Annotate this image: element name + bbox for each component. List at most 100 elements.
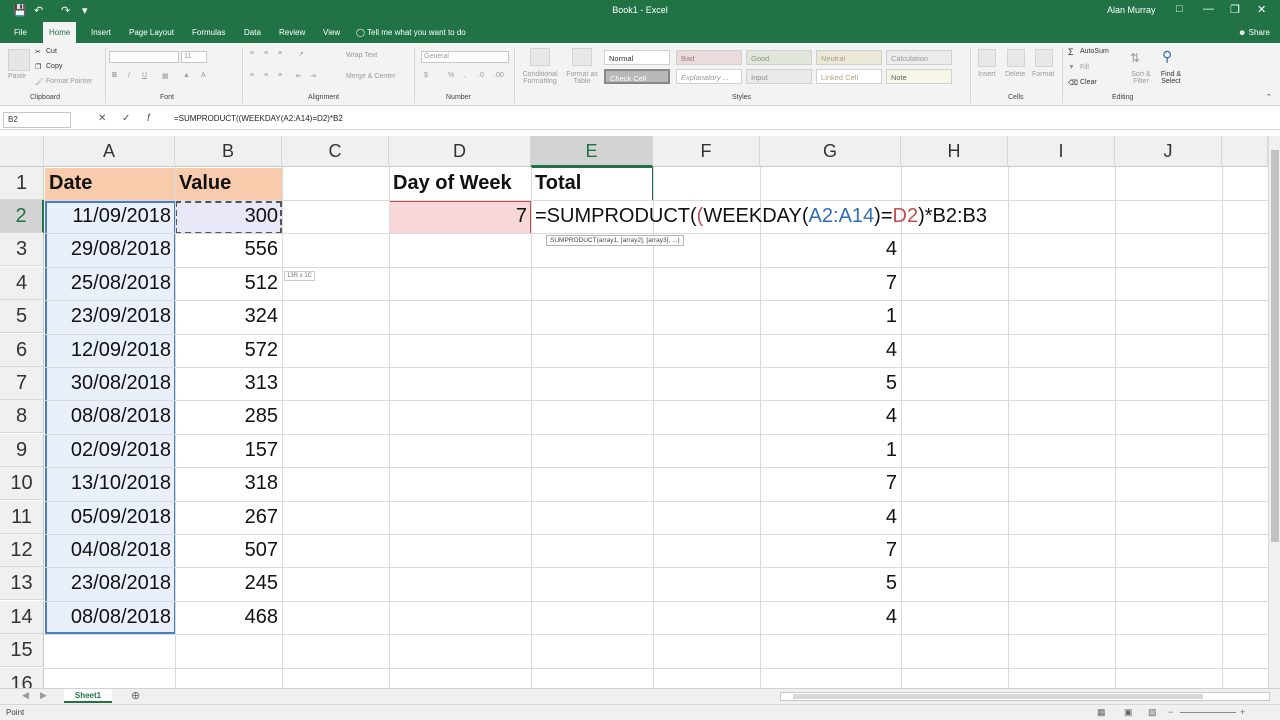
wrap-text-button[interactable]: Wrap Text xyxy=(346,52,377,59)
cell-g3[interactable]: 4 xyxy=(760,233,901,266)
format-painter-button[interactable]: Format Painter xyxy=(46,78,92,85)
tab-home[interactable]: Home xyxy=(43,22,77,43)
autosum-icon[interactable]: Σ xyxy=(1068,47,1074,57)
insert-button[interactable]: Insert xyxy=(978,71,996,78)
style-calculation[interactable]: Calculation xyxy=(886,50,952,65)
delete-button[interactable]: Delete xyxy=(1005,71,1025,78)
row-header-15[interactable]: 15 xyxy=(0,634,44,667)
new-sheet-icon[interactable]: ⊕ xyxy=(131,689,140,702)
fill-color-icon[interactable]: ▲ xyxy=(183,72,190,79)
orientation-icon[interactable]: ↗ xyxy=(298,50,304,58)
format-button[interactable]: Format xyxy=(1032,71,1054,78)
copy-icon[interactable]: ❐ xyxy=(35,63,41,71)
formula-input[interactable]: =SUMPRODUCT((WEEKDAY(A2:A14)=D2)*B2 xyxy=(174,114,343,123)
row-header-11[interactable]: 11 xyxy=(0,501,44,534)
cell-g11[interactable]: 4 xyxy=(760,501,901,534)
cut-icon[interactable]: ✂ xyxy=(35,48,41,56)
cell-d1[interactable]: Day of Week xyxy=(389,167,531,200)
page-break-view-icon[interactable]: ▧ xyxy=(1148,707,1157,718)
row-header-5[interactable]: 5 xyxy=(0,300,44,333)
increase-indent-icon[interactable]: ⇥ xyxy=(310,72,316,80)
align-bottom-icon[interactable]: ≡ xyxy=(278,50,282,57)
decrease-decimal-icon[interactable]: .00 xyxy=(494,72,504,79)
row-header-7[interactable]: 7 xyxy=(0,367,44,400)
font-size-box[interactable]: 11 xyxy=(181,51,207,63)
tab-page-layout[interactable]: Page Layout xyxy=(123,22,180,43)
conditional-formatting-icon[interactable] xyxy=(530,48,550,66)
column-header-h[interactable]: H xyxy=(901,136,1008,167)
cell-g10[interactable]: 7 xyxy=(760,467,901,500)
bold-icon[interactable]: B xyxy=(112,72,117,79)
collapse-ribbon-icon[interactable]: ⌃ xyxy=(1266,93,1272,101)
cell-e2-formula-edit[interactable]: =SUMPRODUCT((WEEKDAY(A2:A14)=D2)*B2:B3 xyxy=(531,200,1071,233)
cell-g4[interactable]: 7 xyxy=(760,267,901,300)
italic-icon[interactable]: I xyxy=(128,72,130,79)
cell-a7[interactable]: 30/08/2018 xyxy=(45,367,175,400)
cell-b5[interactable]: 324 xyxy=(175,300,282,333)
cell-b9[interactable]: 157 xyxy=(175,434,282,467)
cell-g9[interactable]: 1 xyxy=(760,434,901,467)
column-header-d[interactable]: D xyxy=(389,136,531,167)
cell-a3[interactable]: 29/08/2018 xyxy=(45,233,175,266)
cell-a10[interactable]: 13/10/2018 xyxy=(45,467,175,500)
conditional-formatting-button[interactable]: Conditional Formatting xyxy=(518,71,562,85)
row-header-10[interactable]: 10 xyxy=(0,467,44,500)
row-header-8[interactable]: 8 xyxy=(0,400,44,433)
minimize-icon[interactable]: — xyxy=(1203,3,1214,15)
autosum-button[interactable]: AutoSum xyxy=(1080,48,1109,55)
find-icon[interactable]: ⚲ xyxy=(1162,48,1172,65)
cell-b3[interactable]: 556 xyxy=(175,233,282,266)
tell-me-box[interactable]: ◯ Tell me what you want to do xyxy=(356,22,466,43)
currency-icon[interactable]: $ xyxy=(424,72,428,79)
clear-button[interactable]: Clear xyxy=(1080,79,1097,86)
fill-icon[interactable]: ▼ xyxy=(1068,64,1075,71)
cell-b13[interactable]: 245 xyxy=(175,567,282,600)
merge-center-button[interactable]: Merge & Center xyxy=(346,73,395,80)
cell-b10[interactable]: 318 xyxy=(175,467,282,500)
prev-sheet-icon[interactable]: ◀ xyxy=(22,690,29,701)
share-button[interactable]: ☻ Share xyxy=(1238,22,1270,43)
sort-filter-icon[interactable]: ⇅ xyxy=(1130,51,1140,65)
insert-cells-icon[interactable] xyxy=(978,49,996,67)
style-bad[interactable]: Bad xyxy=(676,50,742,65)
font-name-box[interactable] xyxy=(109,51,179,63)
decrease-indent-icon[interactable]: ⇤ xyxy=(296,72,302,80)
copy-button[interactable]: Copy xyxy=(46,63,62,70)
cell-b7[interactable]: 313 xyxy=(175,367,282,400)
column-header-i[interactable]: I xyxy=(1008,136,1115,167)
tab-view[interactable]: View xyxy=(317,22,346,43)
cell-g8[interactable]: 4 xyxy=(760,400,901,433)
format-table-icon[interactable] xyxy=(572,48,592,66)
cell-a13[interactable]: 23/08/2018 xyxy=(45,567,175,600)
insert-function-icon[interactable]: f xyxy=(147,113,150,124)
row-header-9[interactable]: 9 xyxy=(0,434,44,467)
select-all-corner[interactable] xyxy=(0,136,44,167)
normal-view-icon[interactable]: ▦ xyxy=(1097,707,1106,718)
cell-a11[interactable]: 05/09/2018 xyxy=(45,501,175,534)
zoom-slider[interactable] xyxy=(1180,712,1236,713)
style-note[interactable]: Note xyxy=(886,69,952,84)
cell-b4[interactable]: 512 xyxy=(175,267,282,300)
row-header-1[interactable]: 1 xyxy=(0,167,44,200)
row-header-12[interactable]: 12 xyxy=(0,534,44,567)
next-sheet-icon[interactable]: ▶ xyxy=(40,690,47,701)
cell-g12[interactable]: 7 xyxy=(760,534,901,567)
cell-a14[interactable]: 08/08/2018 xyxy=(45,601,175,634)
style-normal[interactable]: Normal xyxy=(604,50,670,65)
page-layout-view-icon[interactable]: ▣ xyxy=(1124,707,1133,718)
row-header-13[interactable]: 13 xyxy=(0,567,44,600)
function-tooltip[interactable]: SUMPRODUCT(array1, [array2], [array3], .… xyxy=(546,235,684,246)
cell-a8[interactable]: 08/08/2018 xyxy=(45,400,175,433)
percent-icon[interactable]: % xyxy=(448,72,454,79)
name-box[interactable]: B2 xyxy=(3,112,71,128)
cancel-icon[interactable]: ✕ xyxy=(98,113,106,124)
paste-icon[interactable] xyxy=(8,49,30,71)
number-format-box[interactable]: General xyxy=(421,51,509,63)
cell-g7[interactable]: 5 xyxy=(760,367,901,400)
user-name[interactable]: Alan Murray xyxy=(1107,5,1156,15)
row-header-16[interactable]: 16 xyxy=(0,668,44,688)
style-check-cell[interactable]: Check Cell xyxy=(604,69,670,84)
tab-insert[interactable]: Insert xyxy=(85,22,117,43)
row-header-6[interactable]: 6 xyxy=(0,334,44,367)
align-center-icon[interactable]: ≡ xyxy=(264,72,268,79)
